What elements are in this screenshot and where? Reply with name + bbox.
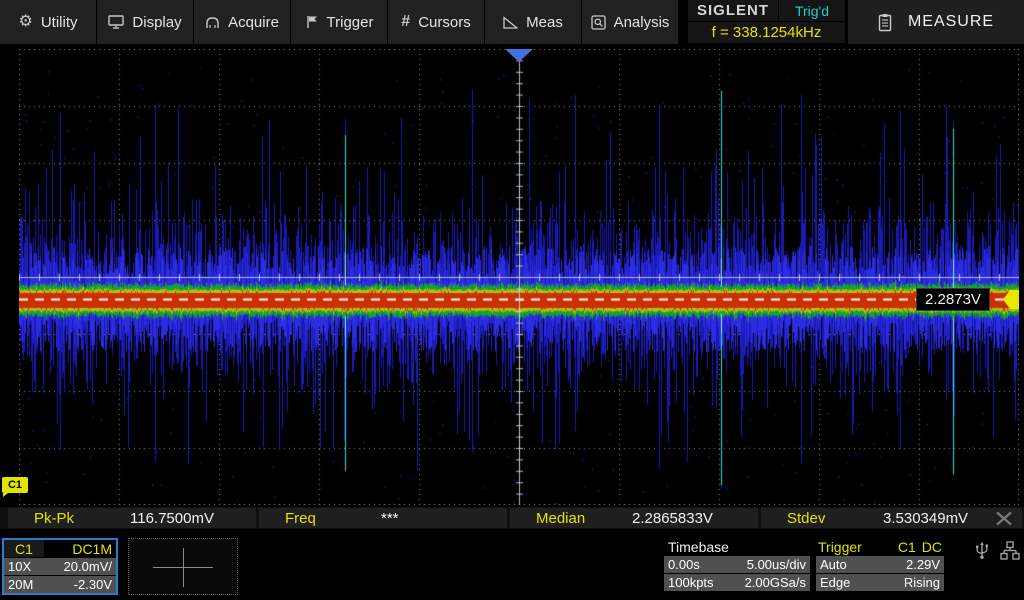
trigger-status-badge: Trig'd: [779, 0, 845, 21]
measurement-value: ***: [381, 510, 399, 527]
frequency-counter-readout: f = 338.1254kHz: [688, 22, 845, 43]
channel1-coupling: DC1M: [44, 541, 116, 557]
probe-arch-icon: [205, 16, 220, 29]
timebase-samplerate: 2.00GSa/s: [745, 575, 806, 590]
channel1-probe: 10X: [8, 559, 31, 574]
add-channel-placeholder[interactable]: [128, 538, 238, 595]
menu-display[interactable]: Display: [97, 0, 193, 44]
brand-logo: SIGLENT: [688, 0, 778, 21]
measurement-slot-median[interactable]: Median 2.2865833V: [510, 508, 758, 528]
trigger-info-box[interactable]: Trigger C1 DC Auto 2.29V Edge Rising: [816, 538, 944, 595]
measurement-value: 3.530349mV: [883, 510, 968, 527]
menu-trigger[interactable]: Trigger: [291, 0, 387, 44]
trigger-level: 2.29V: [906, 557, 940, 572]
trigger-slope: Rising: [904, 575, 940, 590]
flag-icon: [305, 15, 319, 29]
usb-icon: [974, 541, 990, 560]
channel1-name: C1: [4, 540, 44, 557]
channel1-scale: 20.0mV/: [64, 559, 112, 574]
menu-analysis-label: Analysis: [614, 14, 670, 31]
measurement-slot-pkpk[interactable]: Pk-Pk 116.7500mV: [8, 508, 256, 528]
channel1-info-box[interactable]: C1 DC1M 10X 20.0mV/ 20M -2.30V: [2, 538, 118, 595]
timebase-scale: 5.00us/div: [747, 557, 806, 572]
timebase-memory: 100kpts: [668, 575, 714, 590]
timebase-title: Timebase: [664, 538, 810, 555]
plus-icon: [183, 548, 184, 587]
brand-status-block: SIGLENT Trig'd f = 338.1254kHz: [688, 0, 845, 44]
monitor-icon: [108, 15, 124, 29]
trigger-level-readout: 2.2873V: [916, 288, 990, 311]
trigger-type: Edge: [820, 575, 850, 590]
menu-meas[interactable]: Meas: [485, 0, 581, 44]
clipboard-icon: [878, 13, 892, 32]
measurement-value: 2.2865833V: [632, 510, 713, 527]
trigger-title: Trigger: [818, 539, 892, 555]
trigger-coupling: DC: [922, 539, 944, 555]
measurement-label: Stdev: [761, 510, 883, 527]
channel1-bandwidth: 20M: [8, 577, 33, 592]
menu-meas-label: Meas: [526, 14, 563, 31]
close-measurements-button[interactable]: [986, 508, 1022, 528]
channel1-offset: -2.30V: [74, 577, 112, 592]
timebase-delay: 0.00s: [668, 557, 700, 572]
close-icon: [993, 511, 1015, 526]
menu-cursors[interactable]: # Cursors: [388, 0, 484, 44]
measurement-label: Median: [510, 510, 632, 527]
measurement-label: Pk-Pk: [8, 510, 130, 527]
gear-icon: ⚙: [18, 14, 32, 30]
hash-icon: #: [401, 14, 410, 30]
waveform-canvas[interactable]: [19, 49, 1019, 505]
trigger-position-marker[interactable]: [505, 49, 533, 62]
top-menu-bar: ⚙ Utility Display Acquire Trigger # Curs…: [0, 0, 1024, 44]
menu-display-label: Display: [132, 14, 181, 31]
menu-utility[interactable]: ⚙ Utility: [0, 0, 96, 44]
oscilloscope-screen: ⚙ Utility Display Acquire Trigger # Curs…: [0, 0, 1024, 600]
active-menu-measure[interactable]: MEASURE: [848, 0, 1024, 44]
measurement-value: 116.7500mV: [130, 510, 214, 527]
measurement-label: Freq: [259, 510, 381, 527]
lan-network-icon: [1000, 541, 1020, 560]
channel-offset-marker[interactable]: C1: [2, 477, 28, 493]
measurement-slot-stdev[interactable]: Stdev 3.530349mV: [761, 508, 1009, 528]
setsquare-icon: [503, 16, 518, 29]
waveform-display[interactable]: 2.2873V: [19, 49, 1019, 505]
trigger-mode: Auto: [820, 557, 847, 572]
menu-analysis[interactable]: Analysis: [582, 0, 678, 44]
active-menu-label: MEASURE: [908, 13, 994, 31]
menu-cursors-label: Cursors: [418, 14, 471, 31]
menu-acquire-label: Acquire: [228, 14, 279, 31]
measurement-slot-freq[interactable]: Freq ***: [259, 508, 507, 528]
menu-acquire[interactable]: Acquire: [194, 0, 290, 44]
menu-utility-label: Utility: [41, 14, 78, 31]
trigger-source: C1: [896, 539, 918, 555]
timebase-info-box[interactable]: Timebase 0.00s 5.00us/div 100kpts 2.00GS…: [664, 538, 810, 595]
magnifier-box-icon: [591, 15, 606, 30]
status-bar: C1 DC1M 10X 20.0mV/ 20M -2.30V Timebase …: [0, 532, 1024, 600]
measurement-bar: Pk-Pk 116.7500mV Freq *** Median 2.28658…: [0, 507, 1024, 529]
menu-trigger-label: Trigger: [327, 14, 374, 31]
